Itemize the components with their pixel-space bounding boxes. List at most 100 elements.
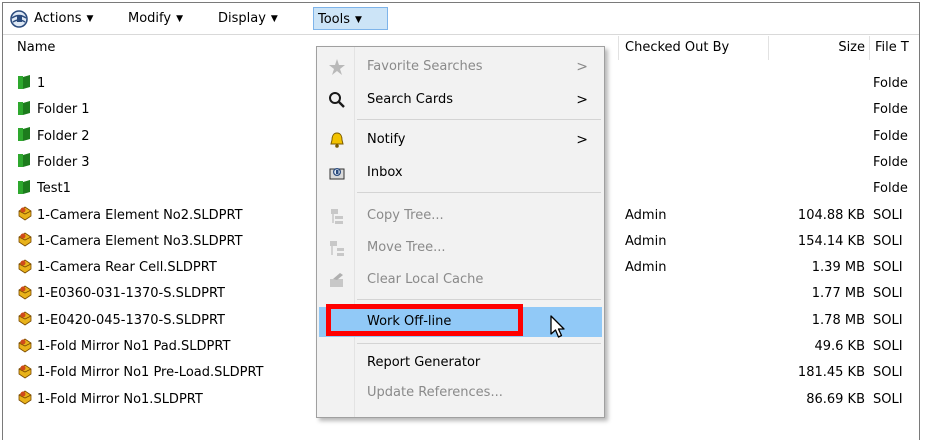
submenu-arrow-icon: > <box>576 59 588 75</box>
menu-item-label: Inbox <box>367 165 403 180</box>
cell-name: Folder 1 <box>17 97 347 123</box>
column-header-checked-out-by[interactable]: Checked Out By <box>625 36 729 60</box>
inbox-icon <box>329 167 345 180</box>
search-icon <box>329 92 345 108</box>
cell-size: 154.14 KB <box>797 233 865 249</box>
part-icon <box>18 338 32 352</box>
cell-checked-out-by <box>625 97 765 123</box>
cell-name: 1-Fold Mirror No1.SLDPRT <box>17 387 347 413</box>
cell-name: Folder 3 <box>17 150 347 176</box>
menu-item-label: Notify <box>367 132 406 147</box>
folder-icon <box>18 153 30 168</box>
display-menu-label: Display <box>218 11 266 26</box>
menu-item-update-references[interactable]: Update References... <box>319 378 602 408</box>
cell-name: 1-Camera Element No2.SLDPRT <box>17 203 347 229</box>
menu-item-favorite-searches[interactable]: Favorite Searches > <box>319 52 602 82</box>
cell-checked-out-by <box>625 150 765 176</box>
menu-item-label: Update References... <box>367 385 503 400</box>
vault-globe-icon[interactable] <box>9 9 29 29</box>
cell-checked-out-by: Admin <box>625 260 667 276</box>
cell-name: 1-Fold Mirror No1 Pre-Load.SLDPRT <box>17 360 347 386</box>
part-icon <box>18 390 32 405</box>
cell-file-type: SOLI <box>873 312 903 328</box>
cell-file-type: Folde <box>873 128 908 144</box>
menu-item-inbox[interactable]: Inbox <box>319 158 602 188</box>
column-header-size[interactable]: Size <box>773 36 865 60</box>
menu-item-report-generator[interactable]: Report Generator <box>319 348 602 378</box>
menu-item-copy-tree[interactable]: Copy Tree... <box>319 201 602 231</box>
actions-menu[interactable]: Actions ▼ <box>34 7 93 30</box>
modify-menu[interactable]: Modify ▼ <box>128 7 183 30</box>
column-header-file-type[interactable]: File T <box>875 36 909 60</box>
cell-size <box>763 97 865 123</box>
cell-checked-out-by: Admin <box>625 233 667 249</box>
cell-size: 104.88 KB <box>797 207 865 223</box>
cell-checked-out-by <box>625 71 765 97</box>
star-folder-icon <box>329 59 345 75</box>
cell-name: 1-Camera Element No3.SLDPRT <box>17 229 347 255</box>
part-icon <box>18 259 32 274</box>
vault-explorer-window: Actions ▼ Modify ▼ Display ▼ Tools ▼ Name Ch… <box>2 2 920 440</box>
menu-separator <box>357 119 601 120</box>
cell-file-type: SOLI <box>873 260 903 276</box>
menu-item-search-cards[interactable]: Search Cards > <box>319 85 602 115</box>
cell-checked-out-by <box>625 176 765 202</box>
bell-icon <box>330 132 344 148</box>
cell-file-type: SOLI <box>873 207 903 223</box>
menu-item-move-tree[interactable]: Move Tree... <box>319 233 602 263</box>
part-icon <box>18 206 32 221</box>
menu-item-label: Search Cards <box>367 92 453 107</box>
cell-size <box>763 124 865 150</box>
cell-name: Test1 <box>17 176 347 202</box>
tools-menu[interactable]: Tools ▼ <box>313 7 388 30</box>
cell-file-type: Folde <box>873 102 908 118</box>
column-header-name[interactable]: Name <box>17 36 55 60</box>
menu-item-label: Clear Local Cache <box>367 272 484 287</box>
submenu-arrow-icon: > <box>576 92 588 108</box>
menu-item-clear-local-cache[interactable]: Clear Local Cache <box>319 265 602 295</box>
file-name: 1-Camera Rear Cell.SLDPRT <box>37 260 217 276</box>
file-name: 1-Fold Mirror No1 Pre-Load.SLDPRT <box>37 365 264 381</box>
file-name: Folder 3 <box>37 154 90 170</box>
file-name: 1-E0420-045-1370-S.SLDPRT <box>37 312 225 328</box>
menu-item-notify[interactable]: Notify > <box>319 125 602 155</box>
file-name: Folder 2 <box>37 128 90 144</box>
folder-icon <box>18 100 30 115</box>
part-icon <box>18 285 32 300</box>
cell-size: 1.39 MB <box>811 260 865 276</box>
cell-size: 181.45 KB <box>797 365 865 381</box>
caret-down-icon: ▼ <box>86 14 94 24</box>
move-tree-icon <box>330 241 344 256</box>
submenu-arrow-icon: > <box>576 132 588 148</box>
file-name: 1-Fold Mirror No1.SLDPRT <box>37 391 203 407</box>
file-name: 1-Camera Element No2.SLDPRT <box>37 207 243 223</box>
clear-cache-icon <box>330 273 343 287</box>
column-divider[interactable] <box>768 36 769 60</box>
cell-name: 1-Camera Rear Cell.SLDPRT <box>17 255 347 281</box>
toolbar: Actions ▼ Modify ▼ Display ▼ Tools ▼ <box>3 3 919 35</box>
cell-file-type: SOLI <box>873 391 903 407</box>
column-divider[interactable] <box>869 36 870 60</box>
file-name: 1-Camera Element No3.SLDPRT <box>37 233 243 249</box>
menu-item-label: Move Tree... <box>367 240 446 255</box>
copy-tree-icon <box>331 209 343 224</box>
highlight-annotation-box <box>326 304 523 336</box>
cell-file-type: SOLI <box>873 233 903 249</box>
cell-file-type: Folde <box>873 181 908 197</box>
folder-icon <box>18 179 30 194</box>
menu-separator <box>357 299 601 300</box>
cell-size: 49.6 KB <box>814 339 865 354</box>
caret-down-icon: ▼ <box>176 14 183 24</box>
cell-checked-out-by <box>625 281 765 307</box>
cell-file-type: Folde <box>873 76 908 91</box>
menu-item-label: Report Generator <box>367 355 481 370</box>
file-name: Test1 <box>37 181 71 197</box>
display-menu[interactable]: Display ▼ <box>218 7 278 30</box>
part-icon <box>18 311 32 326</box>
cell-name: 1-E0420-045-1370-S.SLDPRT <box>17 308 347 334</box>
column-divider[interactable] <box>618 36 619 60</box>
cell-size: 1.78 MB <box>811 312 865 328</box>
file-name: Folder 1 <box>37 102 90 118</box>
mouse-cursor-icon <box>550 315 565 338</box>
tools-menu-label: Tools <box>318 12 351 27</box>
